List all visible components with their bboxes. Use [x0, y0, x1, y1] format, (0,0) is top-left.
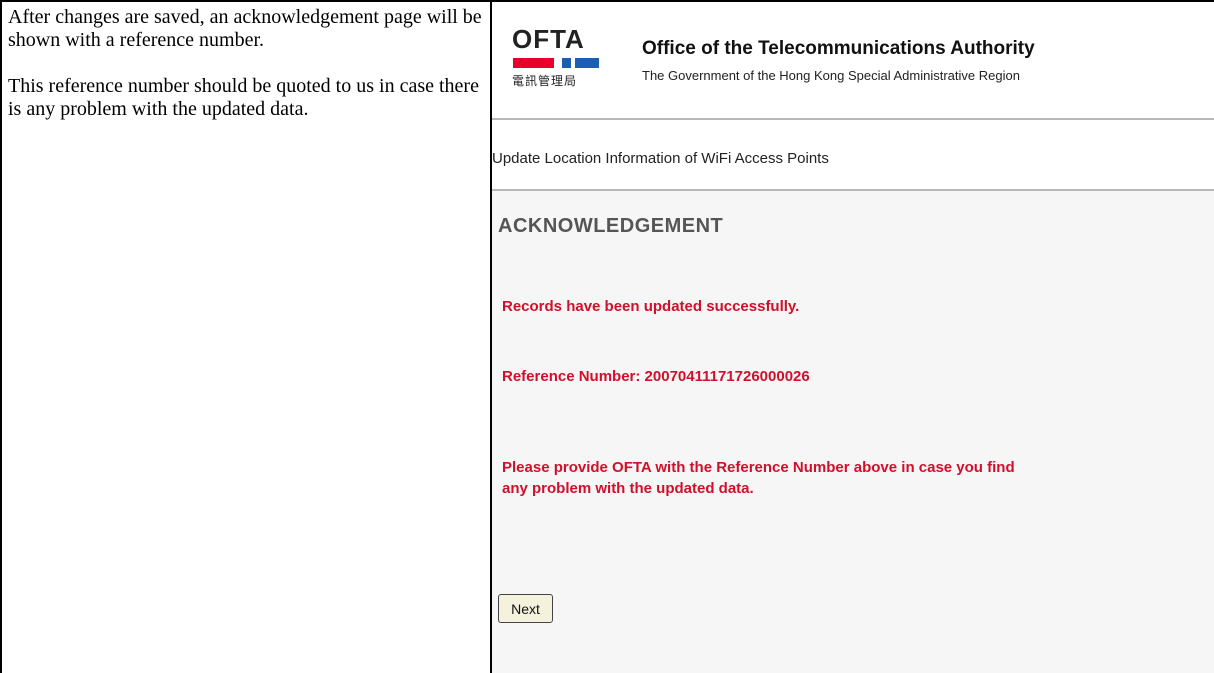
next-button[interactable]: Next [498, 594, 553, 623]
document-table: After changes are saved, an acknowledgem… [0, 0, 1214, 673]
breadcrumb: Update Location Information of WiFi Acce… [492, 150, 829, 167]
screenshot-panel: OFTA 電訊管理局 Office of the Telecommunicati… [492, 2, 1214, 673]
instruction-paragraph-2: This reference number should be quoted t… [8, 75, 479, 120]
header-title: Office of the Telecommunications Authori… [642, 38, 1035, 59]
main-content: ACKNOWLEDGEMENT Records have been update… [492, 191, 1214, 673]
reference-note: Please provide OFTA with the Reference N… [502, 459, 1015, 497]
ofta-logo-icon [513, 58, 599, 68]
header-subtitle: The Government of the Hong Kong Special … [642, 68, 1020, 83]
page-title: ACKNOWLEDGEMENT [498, 215, 724, 237]
ofta-logo-text: OFTA [512, 24, 585, 54]
logo-blue-bar-small [562, 58, 571, 68]
logo-red-bar [513, 58, 554, 68]
instruction-paragraph-1: After changes are saved, an acknowledgem… [8, 6, 482, 51]
header-divider [492, 118, 1214, 120]
ofta-logo-chinese: 電訊管理局 [512, 74, 578, 88]
instruction-cell: After changes are saved, an acknowledgem… [0, 0, 490, 673]
reference-number: Reference Number: 20070411171726000026 [502, 368, 810, 385]
success-message: Records have been updated successfully. [502, 298, 800, 315]
site-header: OFTA 電訊管理局 Office of the Telecommunicati… [492, 2, 1214, 114]
logo-blue-bar-large [575, 58, 599, 68]
